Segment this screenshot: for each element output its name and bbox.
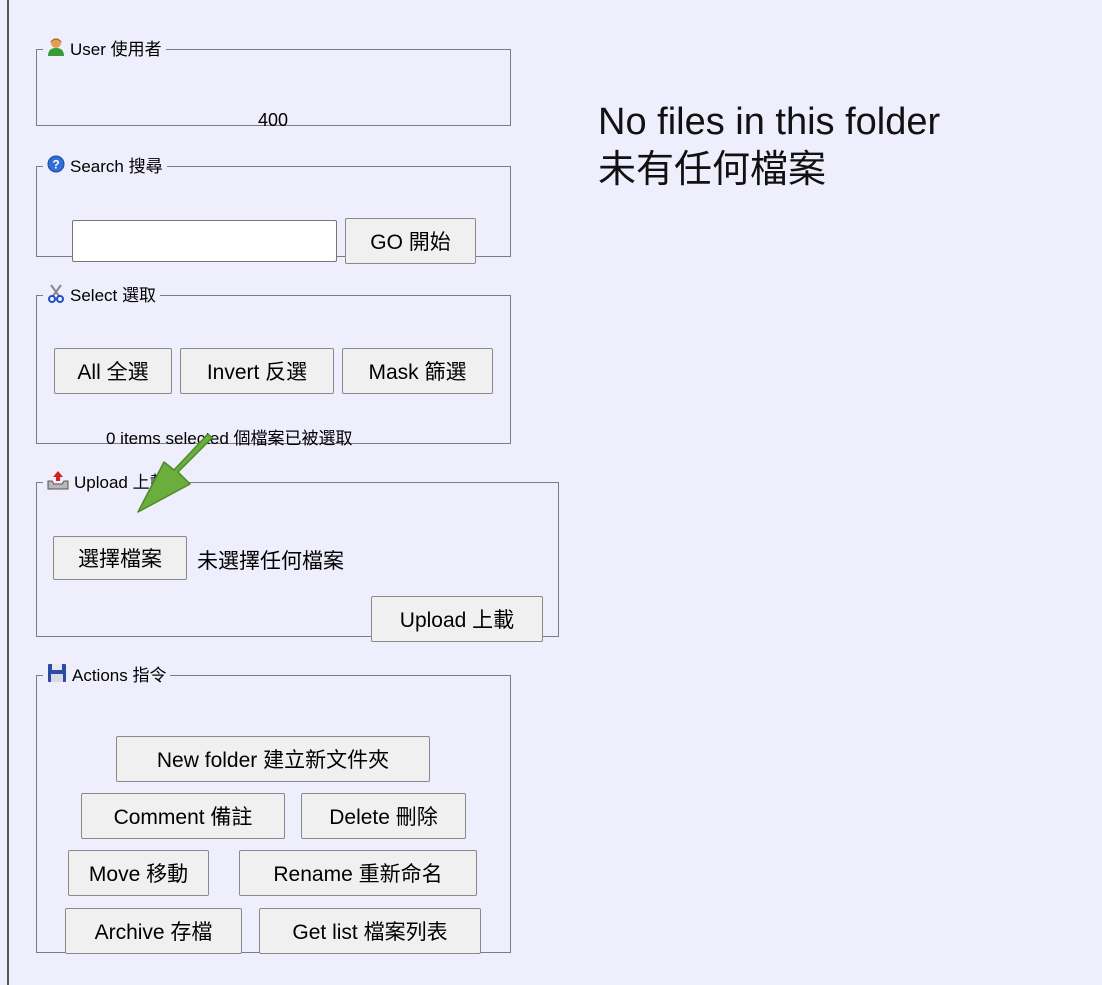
annotation-arrow-icon (137, 433, 213, 513)
new-folder-button[interactable]: New folder 建立新文件夾 (116, 736, 430, 782)
choose-file-button[interactable]: 選擇檔案 (53, 536, 187, 580)
search-legend: ? Search 搜尋 (43, 155, 167, 178)
actions-panel: Actions 指令 New folder 建立新文件夾 Comment 備註 … (36, 663, 511, 954)
get-list-button[interactable]: Get list 檔案列表 (259, 908, 481, 954)
search-panel: ? Search 搜尋 GO 開始 (36, 155, 511, 264)
select-legend-label: Select 選取 (70, 285, 156, 305)
svg-text:?: ? (52, 158, 59, 172)
scissors-icon (47, 283, 65, 308)
invert-selection-button[interactable]: Invert 反選 (180, 348, 334, 394)
user-id-value: 400 (258, 110, 289, 130)
upload-panel: Upload 上載 選擇檔案 未選擇任何檔案 Upload 上載 (36, 470, 559, 642)
upload-button[interactable]: Upload 上載 (371, 596, 543, 642)
user-panel: User 使用者 400 (36, 37, 511, 130)
empty-folder-message-en: No files in this folder (598, 101, 941, 143)
move-button[interactable]: Move 移動 (68, 850, 209, 896)
go-button[interactable]: GO 開始 (345, 218, 476, 264)
archive-button[interactable]: Archive 存檔 (65, 908, 242, 954)
user-legend: User 使用者 (43, 37, 166, 62)
upload-tray-icon (47, 470, 69, 495)
actions-legend: Actions 指令 (43, 663, 170, 688)
page-left-border (7, 0, 9, 985)
search-input[interactable] (72, 220, 337, 262)
mask-filter-button[interactable]: Mask 篩選 (342, 348, 493, 394)
user-legend-label: User 使用者 (70, 39, 162, 59)
delete-button[interactable]: Delete 刪除 (301, 793, 466, 839)
empty-folder-message: No files in this folder 未有任何檔案 (598, 98, 940, 194)
floppy-disk-icon (47, 663, 67, 688)
actions-legend-label: Actions 指令 (72, 665, 167, 685)
help-icon: ? (47, 155, 65, 178)
select-all-button[interactable]: All 全選 (54, 348, 172, 394)
comment-button[interactable]: Comment 備註 (81, 793, 285, 839)
rename-button[interactable]: Rename 重新命名 (239, 850, 477, 896)
select-panel: Select 選取 All 全選 Invert 反選 Mask 篩選 0 ite… (36, 283, 511, 448)
user-icon (47, 37, 65, 62)
select-legend: Select 選取 (43, 283, 160, 308)
empty-folder-message-zh: 未有任何檔案 (598, 149, 827, 191)
no-file-chosen-text: 未選擇任何檔案 (197, 550, 344, 573)
search-legend-label: Search 搜尋 (70, 156, 163, 176)
